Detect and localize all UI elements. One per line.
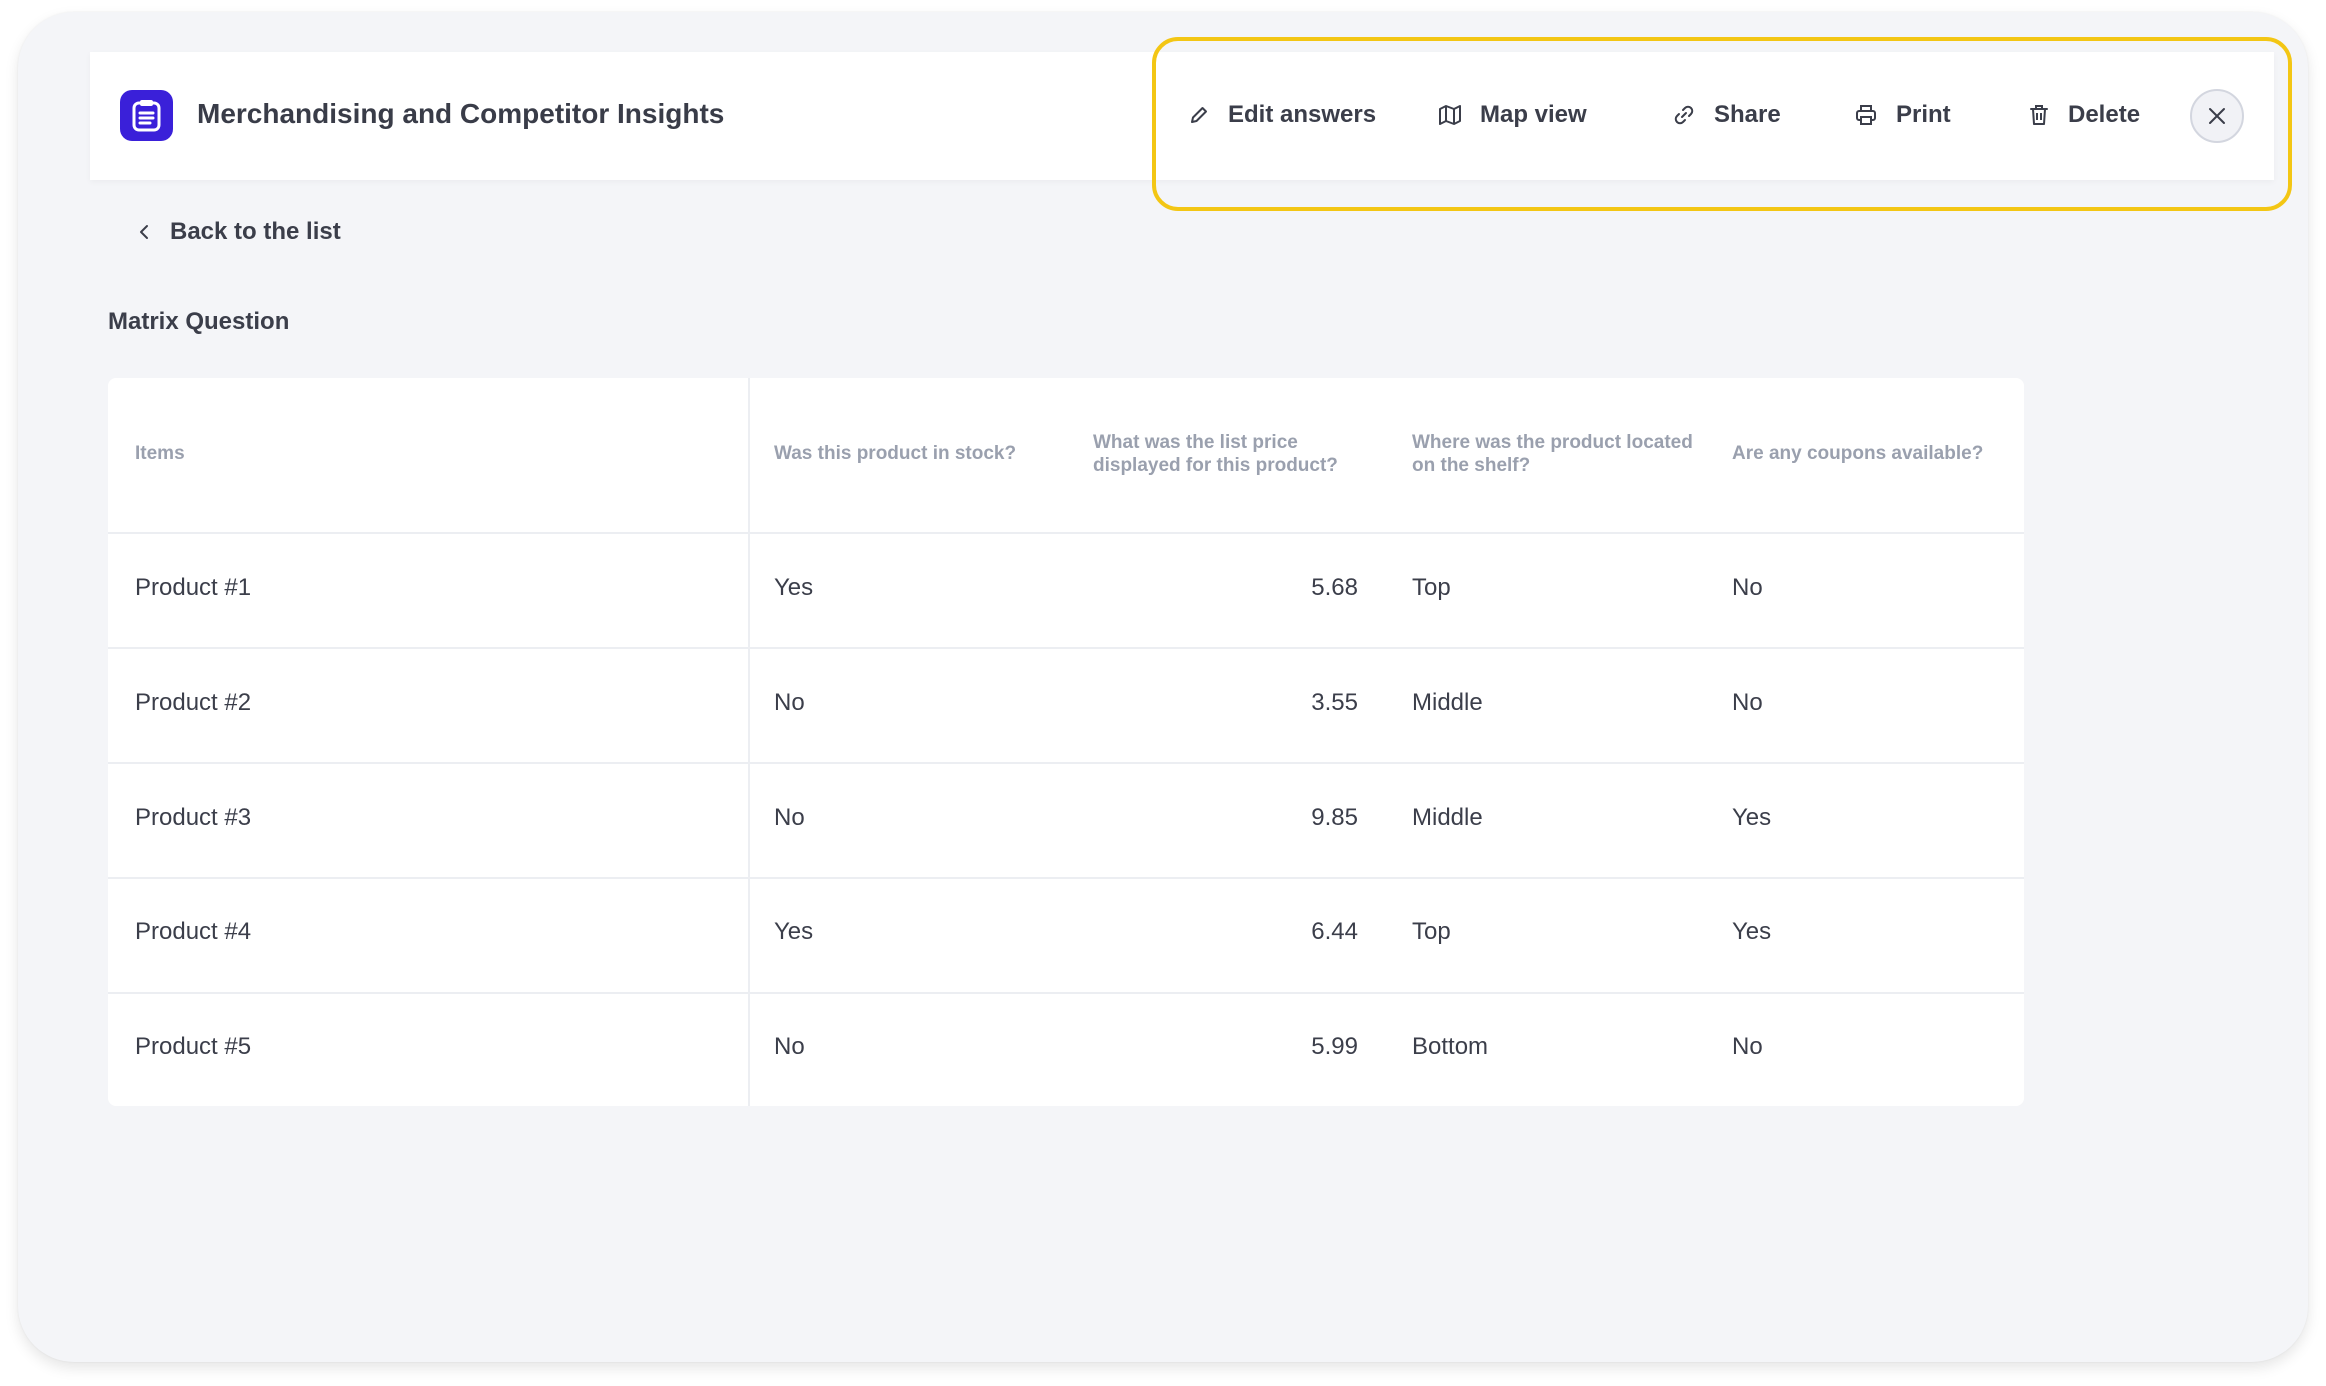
pencil-icon [1191, 107, 1207, 123]
map-view-button[interactable]: Map view [1438, 98, 1587, 132]
cell-stock: No [774, 1033, 805, 1060]
cell-location: Middle [1412, 689, 1483, 716]
cell-coupons: Yes [1732, 918, 1772, 945]
cell-stock: Yes [774, 574, 814, 601]
cell-stock: No [774, 804, 805, 831]
row-divider [108, 647, 2024, 649]
cell-location: Top [1412, 918, 1451, 945]
row-divider [108, 762, 2024, 764]
close-icon [2209, 108, 2225, 124]
clipboard-icon [120, 90, 173, 141]
cell-location: Top [1412, 574, 1451, 601]
cell-stock: No [774, 689, 805, 716]
map-icon [1439, 105, 1461, 125]
cell-item: Product #5 [135, 1033, 252, 1060]
map-view-label: Map view [1480, 101, 1587, 128]
back-to-list-link[interactable]: Back to the list [138, 218, 341, 246]
cell-location: Middle [1412, 804, 1483, 831]
cell-coupons: Yes [1732, 804, 1772, 831]
delete-label: Delete [2068, 101, 2141, 128]
printer-icon [1856, 105, 1876, 125]
matrix-table: Items Was this product in stock? What wa… [108, 378, 2024, 1106]
section-title: Matrix Question [108, 308, 290, 335]
cell-item: Product #2 [135, 689, 252, 716]
share-button[interactable]: Share [1672, 98, 1781, 132]
cell-price: 5.99 [1311, 1033, 1358, 1060]
header-coupons: Are any coupons available? [1732, 443, 1984, 464]
print-button[interactable]: Print [1854, 98, 1951, 132]
row-divider [108, 992, 2024, 994]
header-stock: Was this product in stock? [774, 443, 1017, 464]
cell-price: 6.44 [1311, 918, 1358, 945]
cell-item: Product #1 [135, 574, 252, 601]
delete-button[interactable]: Delete [2028, 98, 2140, 132]
cell-location: Bottom [1412, 1033, 1489, 1060]
cell-item: Product #4 [135, 918, 252, 945]
chevron-left-icon [140, 225, 148, 239]
cell-coupons: No [1732, 574, 1763, 601]
header-items: Items [135, 443, 185, 464]
cell-price: 9.85 [1311, 804, 1358, 831]
header-location-line2: on the shelf? [1412, 455, 1531, 476]
row-divider [108, 532, 2024, 534]
page-title: Merchandising and Competitor Insights [197, 98, 725, 129]
share-label: Share [1714, 101, 1781, 128]
edit-answers-button[interactable]: Edit answers [1188, 98, 1376, 132]
edit-answers-label: Edit answers [1228, 101, 1377, 128]
cell-price: 3.55 [1311, 689, 1358, 716]
header-location: Where was the product located on the she… [1412, 431, 1693, 477]
cell-price: 5.68 [1311, 574, 1358, 601]
header-location-line1: Where was the product located [1412, 432, 1693, 453]
close-button[interactable] [2190, 89, 2244, 143]
header-price-line1: What was the list price [1093, 432, 1298, 453]
back-to-list-label: Back to the list [170, 218, 341, 245]
cell-stock: Yes [774, 918, 814, 945]
row-divider [108, 877, 2024, 879]
app-window: Merchandising and Competitor Insights Ed… [18, 12, 2308, 1362]
column-divider [748, 378, 750, 1106]
trash-icon [2030, 105, 2048, 125]
header-price: What was the list price displayed for th… [1093, 431, 1338, 477]
print-label: Print [1896, 101, 1951, 128]
cell-coupons: No [1732, 689, 1763, 716]
cell-coupons: No [1732, 1033, 1763, 1060]
link-icon [1674, 105, 1694, 125]
cell-item: Product #3 [135, 804, 252, 831]
header-price-line2: displayed for this product? [1093, 455, 1338, 476]
